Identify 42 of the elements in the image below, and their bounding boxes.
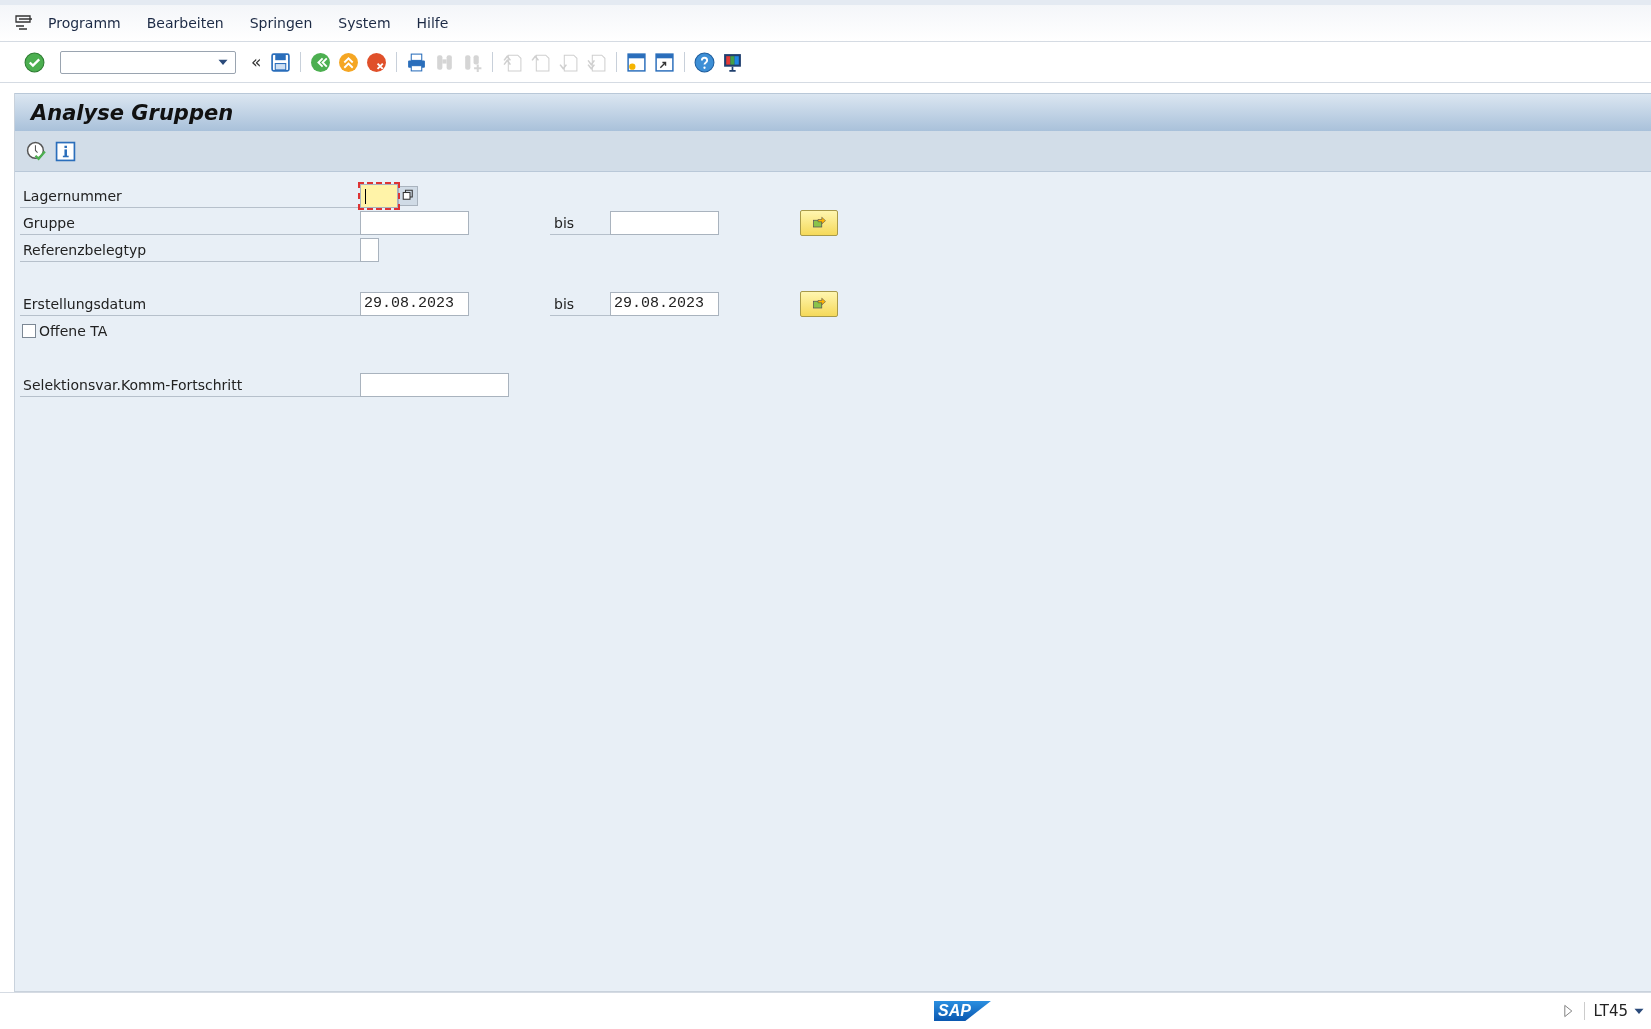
cancel-icon[interactable] <box>366 51 388 73</box>
monitor-icon[interactable] <box>722 51 744 73</box>
collapse-button[interactable]: « <box>251 52 262 72</box>
menu-item[interactable]: Programm <box>48 15 121 31</box>
field-label: Referenzbelegtyp <box>20 237 360 262</box>
save-icon[interactable] <box>270 51 292 73</box>
field-label: Erstellungsdatum <box>20 291 360 316</box>
transaction-code[interactable]: LT45 <box>1593 1002 1628 1020</box>
back-arrows-icon[interactable] <box>310 51 332 73</box>
menu-item[interactable]: Hilfe <box>416 15 449 31</box>
input-field[interactable]: 29.08.2023 <box>360 291 469 316</box>
help-icon[interactable] <box>694 51 716 73</box>
copy-icon <box>400 188 416 203</box>
enter-check-icon[interactable] <box>24 51 45 73</box>
multiple-selection-button[interactable] <box>800 290 838 317</box>
checkbox[interactable] <box>22 323 36 338</box>
clock-check-icon[interactable] <box>26 140 47 162</box>
menu-item[interactable]: Bearbeiten <box>146 15 224 31</box>
menu-item[interactable]: System <box>338 15 391 31</box>
multiple-selection-icon <box>811 296 827 311</box>
menu-icon[interactable] <box>14 13 34 33</box>
field-label: Gruppe <box>20 210 360 235</box>
print-icon[interactable] <box>406 51 428 73</box>
command-field[interactable] <box>60 50 236 74</box>
new-window-icon[interactable] <box>626 51 648 73</box>
screen-title: Analyse Gruppen <box>31 100 234 125</box>
input-field[interactable]: 29.08.2023 <box>610 291 719 316</box>
shortcut-window-icon[interactable] <box>654 51 676 73</box>
input-field[interactable] <box>360 372 509 397</box>
checkbox-label: Offene TA <box>39 322 108 339</box>
logo: SAP <box>934 1001 991 1021</box>
info-icon[interactable] <box>55 140 76 162</box>
input-field[interactable] <box>360 183 398 208</box>
input-field[interactable] <box>610 210 719 235</box>
input-field[interactable] <box>360 210 469 235</box>
input-field[interactable] <box>360 237 379 262</box>
multiple-values-button[interactable] <box>398 185 418 206</box>
text-cursor <box>365 188 366 204</box>
menu-item[interactable]: Springen <box>249 15 313 31</box>
multiple-selection-button[interactable] <box>800 209 838 236</box>
field-label: Selektionsvar.Komm-Fortschritt <box>20 372 360 397</box>
multiple-selection-icon <box>811 215 827 230</box>
